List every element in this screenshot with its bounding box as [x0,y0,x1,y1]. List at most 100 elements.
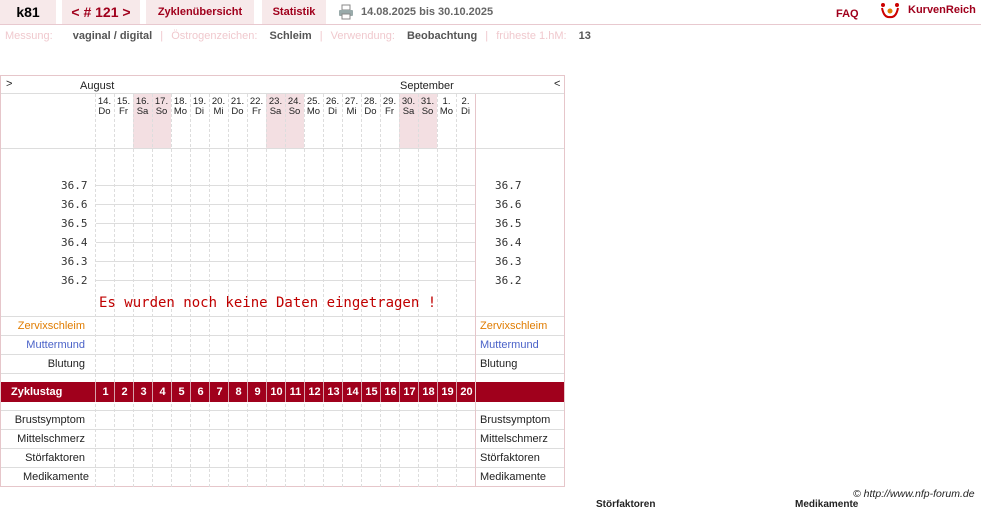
day-weekday: Do [98,106,111,117]
day-weekday: Sa [402,106,415,117]
cycle-day-number: 12 [304,382,324,402]
row-label-os: Muttermund [26,339,85,351]
temp-gridline [96,261,476,262]
nav-prev-button[interactable]: > [6,78,12,90]
day-column-header[interactable]: 22. Fr [247,97,266,117]
temp-gridline [96,185,476,186]
temp-label-right: 36.6 [495,198,522,211]
date-range: 14.08.2025 bis 30.10.2025 [361,6,494,18]
top-bar: k81 < # 121 > Zyklenübersicht Statistik … [0,0,981,25]
cycle-day-band: Zyklustag 1 2 3 4 5 6 7 8 9 10 11 12 13 14 15 16 17 18 19 2… [1,382,564,402]
day-column-header[interactable]: 28. Do [361,97,380,117]
brand-link[interactable]: KurvenReich [908,4,976,16]
day-column-header[interactable]: 31. So [418,97,437,117]
temp-gridline [96,280,476,281]
header-divider [1,93,564,94]
row-label-cervix: Zervixschleim [17,320,85,332]
usage-value: Beobachtung [406,30,478,42]
row-divider [1,354,564,355]
cycle-day-number: 2 [114,382,134,402]
cycle-day-number: 9 [247,382,267,402]
cycle-day-number: 3 [133,382,153,402]
estrogen-value: Schleim [269,30,312,42]
cycle-day-number: 6 [190,382,210,402]
temp-label-left: 36.6 [61,198,88,211]
day-column-header[interactable]: 16. Sa [133,97,152,117]
day-weekday: Di [461,106,470,117]
temp-label-right: 36.2 [495,274,522,287]
nav-next-button[interactable]: < [554,78,560,90]
cycle-meta: Messung: vaginal / digital | Östrogenzei… [5,30,591,42]
cycle-day-number: 16 [380,382,400,402]
month-label-right: September [400,80,454,92]
temp-label-left: 36.7 [61,179,88,192]
measurement-label: Messung: [5,30,53,42]
row-label-stoerfaktoren-right: Störfaktoren [480,452,540,464]
row-label-breast: Brustsymptom [14,414,85,426]
day-column-header[interactable]: 30. Sa [399,97,418,117]
row-divider [1,316,564,317]
temp-label-left: 36.3 [61,255,88,268]
separator: | [319,30,323,42]
temp-label-right: 36.5 [495,217,522,230]
kurvenreich-logo-icon[interactable] [880,2,900,20]
day-weekday: So [421,106,434,117]
temp-label-left: 36.5 [61,217,88,230]
cycle-day-number: 8 [228,382,248,402]
day-weekday: Fr [119,106,128,117]
day-column-header[interactable]: 21. Do [228,97,247,117]
day-column-header[interactable]: 17. So [152,97,171,117]
day-column-header[interactable]: 24. So [285,97,304,117]
cycle-day-number: 15 [361,382,381,402]
tab-statistics[interactable]: Statistik [262,0,326,24]
temp-gridline [96,204,476,205]
cycle-day-number: 4 [152,382,172,402]
cycle-day-number: 10 [266,382,286,402]
day-column-header[interactable]: 18. Mo [171,97,190,117]
legend-stoerfaktoren: Störfaktoren [596,499,656,510]
row-label-breast-right: Brustsymptom [480,414,551,426]
day-column-header[interactable]: 15. Fr [114,97,133,117]
day-column-header[interactable]: 27. Mi [342,97,361,117]
row-label-bleeding-right: Blutung [480,358,518,370]
day-weekday: Di [195,106,204,117]
day-column-header[interactable]: 29. Fr [380,97,399,117]
tab-cycle-overview[interactable]: Zyklenübersicht [146,0,254,24]
day-weekday: Mo [306,106,321,117]
cycle-navigator[interactable]: < # 121 > [62,0,140,24]
cycle-day-number: 17 [399,382,419,402]
day-column-header[interactable]: 25. Mo [304,97,323,117]
row-divider [1,429,564,430]
separator: | [485,30,489,42]
day-column-header[interactable]: 1. Mo [437,97,456,117]
cycle-day-number: 1 [95,382,115,402]
day-column-header[interactable]: 14. Do [95,97,114,117]
earliest-value: 13 [578,30,591,42]
month-label-left: August [80,80,115,92]
row-divider [1,448,564,449]
row-label-mittelschmerz: Mittelschmerz [17,433,85,445]
day-weekday: Sa [136,106,149,117]
separator: | [160,30,164,42]
cycle-day-number: 7 [209,382,229,402]
row-label-mittelschmerz-right: Mittelschmerz [480,433,548,445]
day-weekday: Mi [213,106,224,117]
day-column-header[interactable]: 2. Di [456,97,475,117]
temp-gridline [96,223,476,224]
header-divider [1,148,564,149]
day-column-header[interactable]: 23. Sa [266,97,285,117]
day-column-header[interactable]: 20. Mi [209,97,228,117]
day-column-header[interactable]: 19. Di [190,97,209,117]
day-column-header[interactable]: 26. Di [323,97,342,117]
temp-label-right: 36.3 [495,255,522,268]
cycle-day-number: 11 [285,382,305,402]
faq-link[interactable]: FAQ [836,8,859,20]
row-label-stoerfaktoren: Störfaktoren [25,452,85,464]
usage-label: Verwendung: [330,30,395,42]
cycle-day-number: 14 [342,382,362,402]
earliest-label: früheste 1.hM: [496,30,567,42]
right-panel-divider [475,94,476,487]
cycle-day-number: 19 [437,382,457,402]
day-weekday: Fr [385,106,394,117]
printer-icon[interactable] [338,4,354,20]
